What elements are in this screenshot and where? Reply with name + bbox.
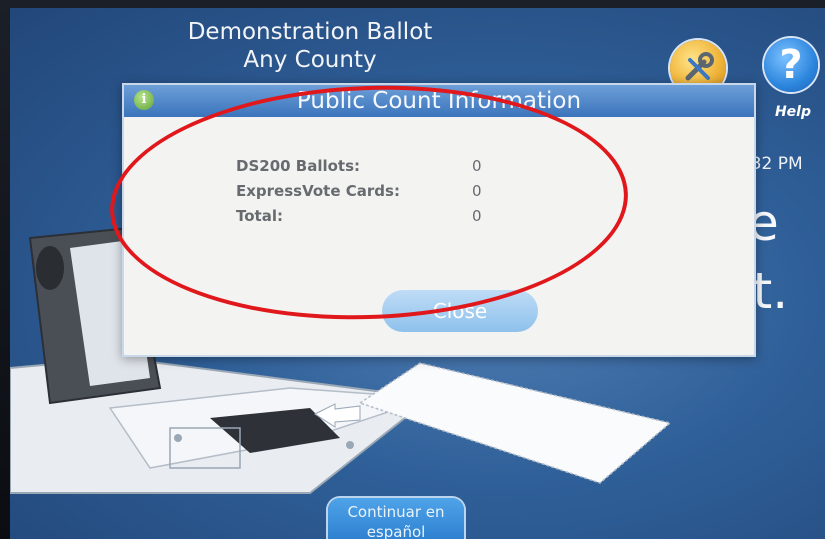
continue-label-line2: español	[366, 523, 426, 539]
tools-icon	[685, 52, 714, 81]
ballot-header: Demonstration Ballot Any County	[175, 18, 445, 74]
ballot-title: Demonstration Ballot	[187, 19, 433, 45]
screen: Demonstration Ballot Any County ? Help :…	[10, 8, 825, 539]
question-mark-icon: ?	[779, 42, 803, 88]
continue-in-spanish-button[interactable]: Continuar en español	[328, 498, 464, 539]
help-button[interactable]: ?	[764, 38, 818, 92]
ballot-county: Any County	[243, 47, 377, 73]
help-label: Help	[774, 104, 812, 120]
continue-label-line1: Continuar en	[347, 503, 445, 521]
